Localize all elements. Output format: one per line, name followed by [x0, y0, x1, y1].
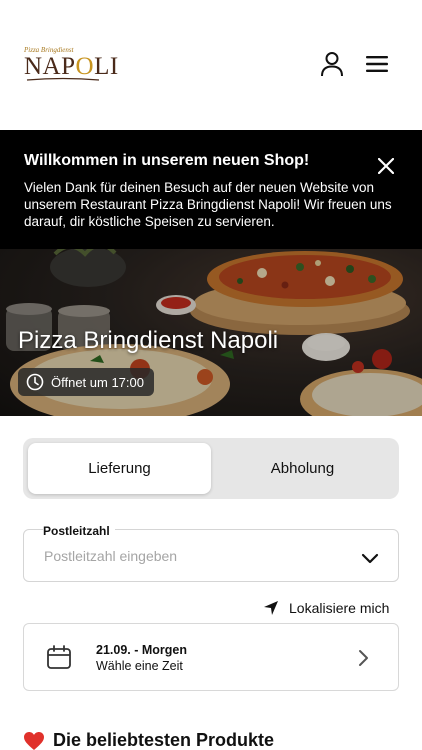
restaurant-hero: Pizza Bringdienst Napoli Öffnet um 17:00: [0, 249, 422, 416]
account-button[interactable]: [316, 48, 348, 80]
site-header: Pizza Bringdienst NAPOLI: [0, 0, 422, 130]
user-icon: [321, 52, 343, 77]
welcome-banner: Willkommen in unserem neuen Shop! Vielen…: [0, 130, 422, 249]
selected-date: 21.09. - Morgen: [96, 643, 187, 657]
time-hint: Wähle eine Zeit: [96, 659, 183, 673]
logo-swoosh-icon: [26, 77, 100, 81]
postcode-label: Postleitzahl: [43, 524, 115, 538]
napoli-logo[interactable]: Pizza Bringdienst NAPOLI: [24, 46, 118, 82]
delivery-time-picker[interactable]: 21.09. - Morgen Wähle eine Zeit: [23, 623, 399, 691]
location-arrow-icon: [263, 600, 279, 616]
menu-button[interactable]: [361, 48, 393, 80]
chevron-right-icon: [353, 646, 375, 670]
close-icon: [378, 158, 394, 174]
order-type-toggle: Lieferung Abholung: [23, 438, 399, 499]
banner-text: Vielen Dank für deinen Besuch auf der ne…: [24, 180, 392, 229]
opening-status-badge: Öffnet um 17:00: [18, 368, 154, 396]
tab-lieferung[interactable]: Lieferung: [28, 443, 211, 494]
logo-wordmark: NAPOLI: [24, 53, 119, 80]
banner-title: Willkommen in unserem neuen Shop!: [24, 152, 310, 169]
chevron-down-icon: [361, 553, 379, 563]
postcode-input[interactable]: [44, 548, 344, 564]
locate-me-label: Lokalisiere mich: [289, 600, 390, 616]
popular-products-heading: Die beliebtesten Produkte: [23, 730, 274, 750]
locate-me-button[interactable]: Lokalisiere mich: [263, 598, 389, 618]
calendar-icon: [47, 645, 71, 669]
restaurant-name: Pizza Bringdienst Napoli: [18, 327, 279, 354]
clock-icon: [26, 373, 44, 391]
popular-products-title: Die beliebtesten Produkte: [53, 730, 275, 750]
tab-abholung[interactable]: Abholung: [211, 443, 394, 494]
postcode-dropdown-toggle[interactable]: [358, 546, 382, 570]
heart-icon: [23, 731, 45, 750]
opening-status-text: Öffnet um 17:00: [51, 374, 144, 390]
banner-close-button[interactable]: [372, 152, 400, 180]
hamburger-menu-icon: [366, 56, 388, 72]
